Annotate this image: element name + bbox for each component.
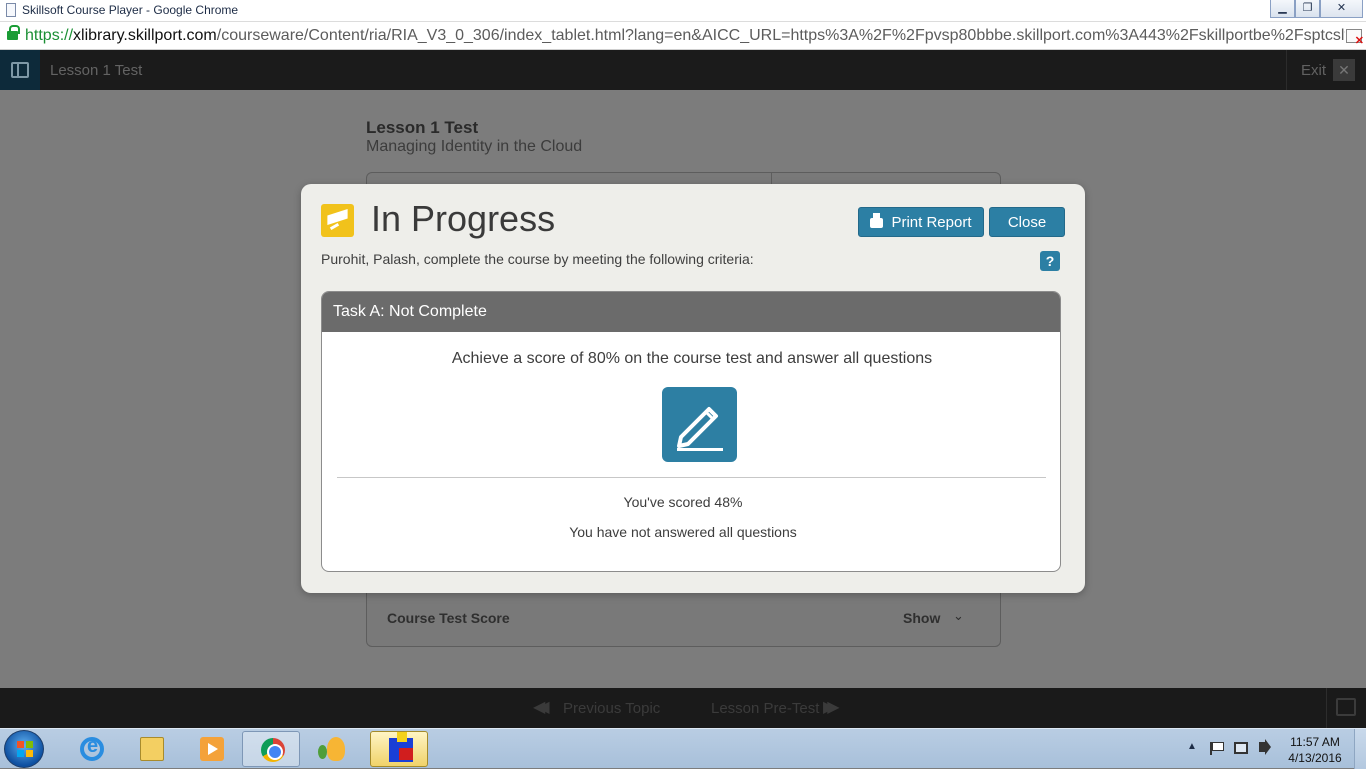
volume-icon[interactable] [1259,739,1271,755]
sidebar-toggle-icon [11,62,29,78]
close-button[interactable]: Close [989,207,1065,237]
previous-topic-button[interactable]: Previous Topic [563,700,660,717]
media-player-icon [200,737,224,761]
task-criteria: Achieve a score of 80% on the course tes… [451,350,933,367]
popup-blocked-icon[interactable] [1346,29,1364,47]
tray-expand-icon[interactable]: ▲ [1187,741,1197,752]
internet-explorer-icon [80,735,104,761]
help-icon[interactable]: ? [1040,251,1060,271]
show-toggle[interactable]: Show [903,610,940,626]
chrome-icon [261,738,285,762]
lock-icon [7,25,20,40]
url-scheme: https:// [25,27,74,44]
course-header: Lesson 1 Test Exit ✕ [0,50,1366,90]
taskbar-file-explorer[interactable] [122,731,180,767]
next-arrow-icon[interactable]: ▶▶ [823,697,839,717]
print-report-button[interactable]: Print Report [858,207,984,237]
show-desktop-button[interactable] [1354,729,1366,769]
bottom-navigation: ◀◀ Previous Topic Lesson Pre-Test ▶▶ [0,688,1366,728]
restore-button[interactable]: ❐ [1295,0,1320,18]
course-test-score-label: Course Test Score [387,610,510,626]
printer-icon [870,213,884,228]
page-subtitle: Managing Identity in the Cloud [366,138,583,155]
url-host: xlibrary.skillport.com [73,27,217,44]
chevron-down-icon[interactable]: ⌄ [953,608,964,624]
header-divider [1286,50,1287,90]
exit-icon[interactable]: ✕ [1333,59,1355,81]
clock-date[interactable]: 4/13/2016 [1280,751,1350,765]
window-close-button[interactable]: ✕ [1320,0,1363,18]
task-divider [337,477,1046,478]
print-report-label: Print Report [891,214,972,231]
network-icon[interactable] [1234,742,1248,754]
next-topic-button[interactable]: Lesson Pre-Test [711,700,819,717]
clock-time[interactable]: 11:57 AM [1280,735,1350,749]
address-bar[interactable]: https://xlibrary.skillport.com/coursewar… [0,22,1366,50]
url-path: /courseware/Content/ria/RIA_V3_0_306/ind… [216,27,1345,44]
shapes-app-icon [389,732,413,762]
taskbar-media-player[interactable] [182,731,240,767]
minimize-button[interactable]: ▁ [1270,0,1295,18]
course-header-title: Lesson 1 Test [50,62,143,79]
lightbulb-icon [318,737,345,761]
action-center-flag-icon[interactable] [1210,742,1224,755]
browser-title-bar: Skillsoft Course Player - Google Chrome … [0,0,1366,22]
bottom-divider [1326,688,1327,728]
dialog-instruction: Purohit, Palash, complete the course by … [321,251,754,267]
menu-toggle-button[interactable] [0,50,40,90]
task-header: Task A: Not Complete [322,292,1060,332]
taskbar-course-app[interactable] [370,731,428,767]
course-test-icon [662,387,737,462]
in-progress-icon [321,204,354,237]
document-icon [6,3,16,17]
taskbar-chrome[interactable] [242,731,300,767]
exit-button[interactable]: Exit [1301,62,1326,79]
progress-dialog: In Progress Print Report Close Purohit, … [301,184,1085,593]
folder-icon [140,737,164,761]
dialog-title: In Progress [371,198,556,239]
windows-taskbar: ▲ 11:57 AM 4/13/2016 [0,728,1366,769]
previous-arrow-icon[interactable]: ◀◀ [533,697,549,717]
start-button[interactable] [4,730,44,768]
taskbar-internet-explorer[interactable] [62,731,120,767]
taskbar-idea-app[interactable] [306,731,364,767]
score-result: You've scored 48% [623,494,743,510]
panel-toggle-icon[interactable] [1336,698,1356,716]
window-title: Skillsoft Course Player - Google Chrome [22,3,239,17]
answered-result: You have not answered all questions [569,524,797,540]
url-field[interactable]: https://xlibrary.skillport.com/coursewar… [25,27,1345,45]
page-title: Lesson 1 Test [366,118,479,137]
